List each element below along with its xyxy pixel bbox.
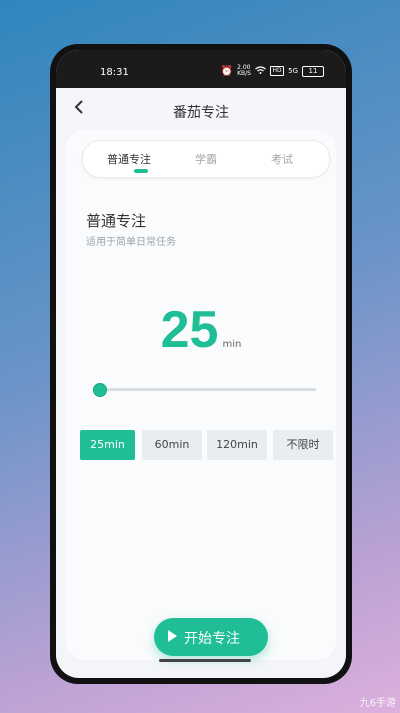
- hd-badge: HD: [270, 66, 285, 76]
- option-25min[interactable]: 25min: [80, 430, 135, 460]
- tab-normal-focus[interactable]: 普通专注: [107, 151, 151, 167]
- page-title: 番茄专注: [173, 105, 229, 121]
- app-screen: 18:31 ⏰ 2.00 KB/S HD 5G 11 番茄专注 普通专注 学霸: [56, 50, 346, 678]
- status-icons: ⏰ 2.00 KB/S HD 5G 11: [221, 65, 324, 77]
- status-bar: 18:31 ⏰ 2.00 KB/S HD 5G 11: [56, 50, 346, 88]
- tab-exam[interactable]: 考试: [271, 151, 293, 167]
- option-60min[interactable]: 60min: [142, 430, 202, 460]
- mode-subtitle: 适用于简单日常任务: [86, 237, 176, 248]
- alarm-icon: ⏰: [220, 65, 234, 77]
- start-focus-label: 开始专注: [184, 631, 240, 647]
- play-icon: [168, 630, 177, 642]
- nav-bar: 番茄专注: [56, 88, 346, 132]
- option-120min[interactable]: 120min: [207, 430, 267, 460]
- active-tab-indicator: [134, 169, 148, 173]
- tab-top-student[interactable]: 学霸: [195, 151, 217, 167]
- slider-thumb[interactable]: [93, 383, 107, 397]
- watermark: 九6手游: [359, 698, 396, 709]
- timer-value: 25: [160, 301, 219, 359]
- home-indicator: [159, 659, 251, 662]
- option-unlimited[interactable]: 不限时: [273, 430, 333, 460]
- focus-card: 普通专注 学霸 考试 普通专注 适用于简单日常任务 25 min 25min 60…: [66, 130, 336, 660]
- start-focus-button[interactable]: 开始专注: [154, 618, 268, 656]
- wifi-icon: [255, 65, 266, 77]
- mode-tabs: 普通专注 学霸 考试: [82, 140, 330, 178]
- data-speed: 2.00 KB/S: [237, 64, 251, 77]
- timer-unit: min: [222, 339, 242, 350]
- phone-frame: 18:31 ⏰ 2.00 KB/S HD 5G 11 番茄专注 普通专注 学霸: [50, 44, 352, 684]
- mode-title: 普通专注: [86, 212, 147, 230]
- battery-icon: 11: [302, 65, 324, 77]
- duration-options: 25min 60min 120min 不限时: [80, 430, 334, 460]
- duration-slider[interactable]: [93, 380, 316, 400]
- slider-track: [98, 388, 316, 391]
- timer-display: 25 min: [66, 300, 336, 360]
- status-time: 18:31: [100, 67, 129, 78]
- signal-icon: 5G: [288, 67, 298, 75]
